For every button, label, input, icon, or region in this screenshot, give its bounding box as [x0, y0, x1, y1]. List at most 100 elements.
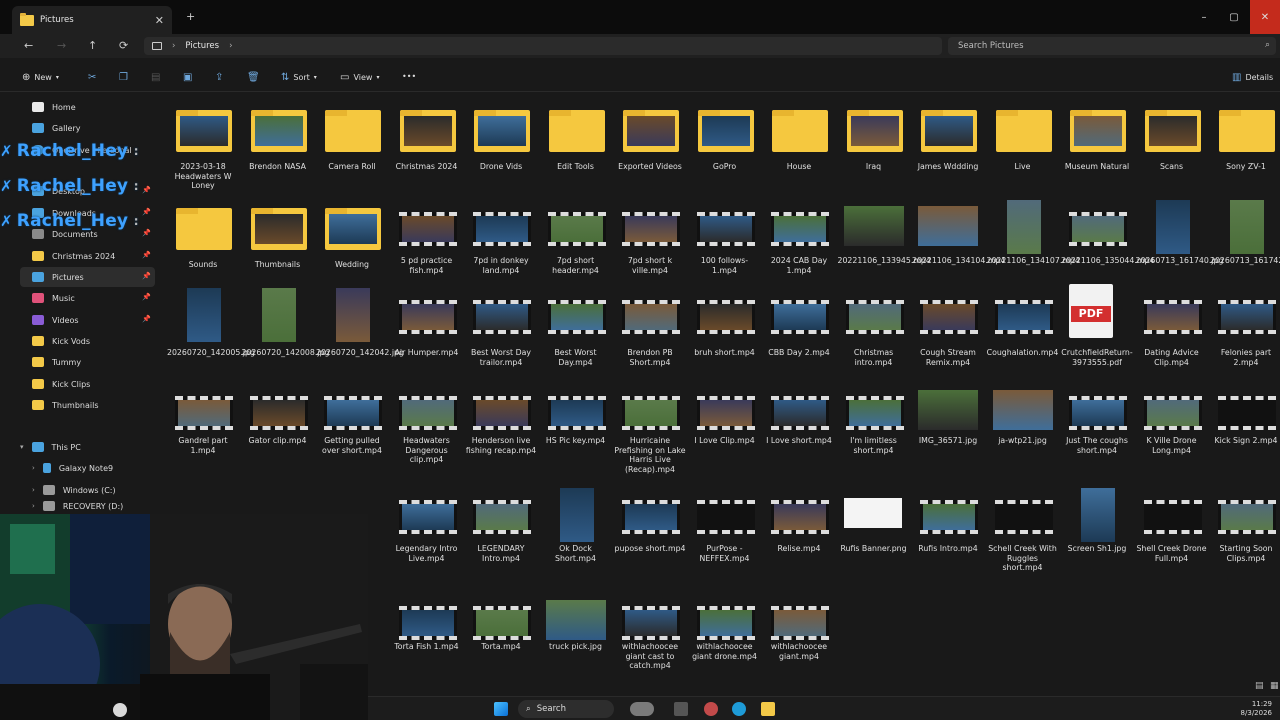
file-item[interactable]: LEGENDARY Intro.mp4 [465, 484, 537, 564]
file-item[interactable]: Screen Sh1.jpg [1061, 484, 1133, 564]
file-item[interactable]: I Love Clip.mp4 [689, 380, 761, 460]
file-item[interactable]: Shell Creek Drone Full.mp4 [1136, 484, 1208, 564]
file-item[interactable]: HS Pic key.mp4 [540, 380, 612, 460]
folder-item[interactable]: Drone Vids [465, 98, 537, 178]
file-item[interactable]: Rufis Intro.mp4 [912, 484, 984, 564]
file-item[interactable]: 5 pd practice fish.mp4 [391, 196, 463, 276]
folder-item[interactable]: House [763, 98, 835, 178]
file-item[interactable]: Legendary Intro Live.mp4 [391, 484, 463, 564]
folder-item[interactable]: Sony ZV-1 [1210, 98, 1280, 178]
file-item[interactable]: Cough Stream Remix.mp4 [912, 284, 984, 367]
folder-preview [850, 116, 899, 146]
folder-icon [1144, 110, 1201, 152]
folder-item[interactable]: GoPro [689, 98, 761, 178]
video-preview [252, 400, 305, 426]
file-item[interactable]: Coughalation.mp4 [987, 284, 1059, 364]
file-item[interactable]: Getting pulled over short.mp4 [316, 380, 388, 460]
file-item[interactable]: Schell Creek With Ruggles short.mp4 [987, 484, 1059, 572]
folder-item[interactable]: Exported Videos [614, 98, 686, 178]
file-item[interactable]: 20260720_142008.jpg [242, 284, 329, 364]
file-item[interactable]: Brendon PB Short.mp4 [614, 284, 686, 367]
image-thumbnail [1230, 200, 1264, 254]
folder-item[interactable]: Christmas 2024 [391, 98, 463, 178]
file-item[interactable]: 20221106_133945.mp4 [838, 196, 931, 276]
file-item[interactable]: Rufis Banner.png [838, 484, 910, 564]
file-item[interactable]: pupose short.mp4 [614, 484, 686, 564]
file-item[interactable]: Gandrel part 1.mp4 [167, 380, 239, 460]
file-item[interactable]: 20260713_161740.jpg [1136, 196, 1223, 276]
file-item[interactable]: Hurricaine Prefishing on Lake Harris Liv… [614, 380, 686, 474]
file-item[interactable]: 20221106_135044.mp4 [1061, 196, 1154, 276]
app-icon[interactable] [704, 702, 718, 716]
video-preview [401, 610, 454, 636]
folder-item[interactable]: Museum Natural [1061, 98, 1133, 178]
system-clock[interactable]: 11:29 8/3/2026 [1241, 700, 1272, 718]
folder-item[interactable]: Brendon NASA [242, 98, 314, 178]
folder-item[interactable]: Live [987, 98, 1059, 178]
video-preview [699, 304, 752, 330]
file-item[interactable]: PurPose - NEFFEX.mp4 [689, 484, 761, 564]
file-item[interactable]: 7pd in donkey land.mp4 [465, 196, 537, 276]
file-item[interactable]: Felonies part 2.mp4 [1210, 284, 1280, 367]
file-item[interactable]: 20221106_134104.mp4 [912, 196, 1005, 276]
file-item[interactable]: Ok Dock Short.mp4 [540, 484, 612, 564]
folder-item[interactable]: Scans [1136, 98, 1208, 178]
file-item[interactable]: Relise.mp4 [763, 484, 835, 564]
file-item[interactable]: 20260720_142042.jpg [316, 284, 404, 364]
file-item[interactable]: Dating Advice Clip.mp4 [1136, 284, 1208, 367]
folder-item[interactable]: Wedding [316, 196, 388, 276]
file-item[interactable]: 20260720_142005.jpg [167, 284, 255, 364]
file-item[interactable]: withlachoocee giant drone.mp4 [689, 590, 761, 670]
file-item[interactable]: Best Worst Day.mp4 [540, 284, 612, 367]
file-item[interactable]: Torta.mp4 [465, 590, 537, 670]
file-item[interactable]: Air Humper.mp4 [391, 284, 463, 364]
details-view-icon[interactable]: ▤ [1255, 681, 1264, 691]
file-item[interactable]: ja-wtp21.jpg [987, 380, 1059, 460]
file-item[interactable]: 7pd short k ville.mp4 [614, 196, 686, 276]
file-item[interactable]: Kick Sign 2.mp4 [1210, 380, 1280, 460]
windows-start-icon[interactable] [494, 702, 508, 716]
file-item[interactable]: 2024 CAB Day 1.mp4 [763, 196, 835, 276]
taskbar-search[interactable]: ⌕ Search [518, 700, 614, 718]
file-item[interactable]: I'm limitless short.mp4 [838, 380, 910, 460]
folder-item[interactable]: 2023-03-18 Headwaters W Loney [167, 98, 239, 190]
folder-item[interactable]: Iraq [838, 98, 910, 178]
file-name: Brendon PB Short.mp4 [627, 348, 673, 367]
file-item[interactable]: K Ville Drone Long.mp4 [1136, 380, 1208, 460]
file-item[interactable]: Headwaters Dangerous clip.mp4 [391, 380, 463, 464]
file-item[interactable]: Gator clip.mp4 [242, 380, 314, 460]
file-item[interactable]: IMG_36571.jpg [912, 380, 984, 460]
file-item[interactable]: I Love short.mp4 [763, 380, 835, 460]
file-name: Shell Creek Drone Full.mp4 [1136, 544, 1207, 563]
widgets-icon[interactable] [630, 702, 654, 716]
video-preview [178, 400, 230, 426]
file-item[interactable]: 20221106_134107.mp4 [987, 196, 1080, 276]
file-item[interactable]: 7pd short header.mp4 [540, 196, 612, 276]
file-item[interactable]: Torta Fish 1.mp4 [391, 590, 463, 670]
edge-icon[interactable] [732, 702, 746, 716]
file-item[interactable]: withlachoocee giant.mp4 [763, 590, 835, 670]
file-item[interactable]: 100 follows-1.mp4 [689, 196, 761, 276]
file-item[interactable]: withlachoocee giant cast to catch.mp4 [614, 590, 686, 670]
image-thumbnail [545, 600, 606, 640]
folder-item[interactable]: Camera Roll [316, 98, 388, 178]
file-item[interactable]: truck pick.jpg [540, 590, 612, 670]
tiles-view-icon[interactable]: ▦ [1270, 681, 1279, 691]
file-item[interactable]: Best Worst Day trailor.mp4 [465, 284, 537, 367]
folder-preview [925, 116, 973, 146]
folder-item[interactable]: James Wddding [912, 98, 984, 178]
file-item[interactable]: CBB Day 2.mp4 [763, 284, 835, 364]
task-view-icon[interactable] [674, 702, 688, 716]
file-item[interactable]: Just The coughs short.mp4 [1061, 380, 1133, 460]
file-item[interactable]: Henderson live fishing recap.mp4 [465, 380, 537, 460]
file-explorer-icon[interactable] [761, 702, 775, 716]
file-item[interactable]: Starting Soon Clips.mp4 [1210, 484, 1280, 564]
folder-item[interactable]: Sounds [167, 196, 239, 276]
file-item[interactable]: bruh short.mp4 [689, 284, 761, 364]
file-item[interactable]: PDF CrutchfieldReturn-3973555.pdf [1061, 284, 1133, 367]
folder-item[interactable]: Edit Tools [540, 98, 612, 178]
file-item[interactable]: 20260713_161742.jpg [1210, 196, 1280, 276]
folder-item[interactable]: Thumbnails [242, 196, 314, 276]
file-item[interactable]: Christmas intro.mp4 [838, 284, 910, 367]
file-name: LEGENDARY Intro.mp4 [477, 544, 525, 563]
